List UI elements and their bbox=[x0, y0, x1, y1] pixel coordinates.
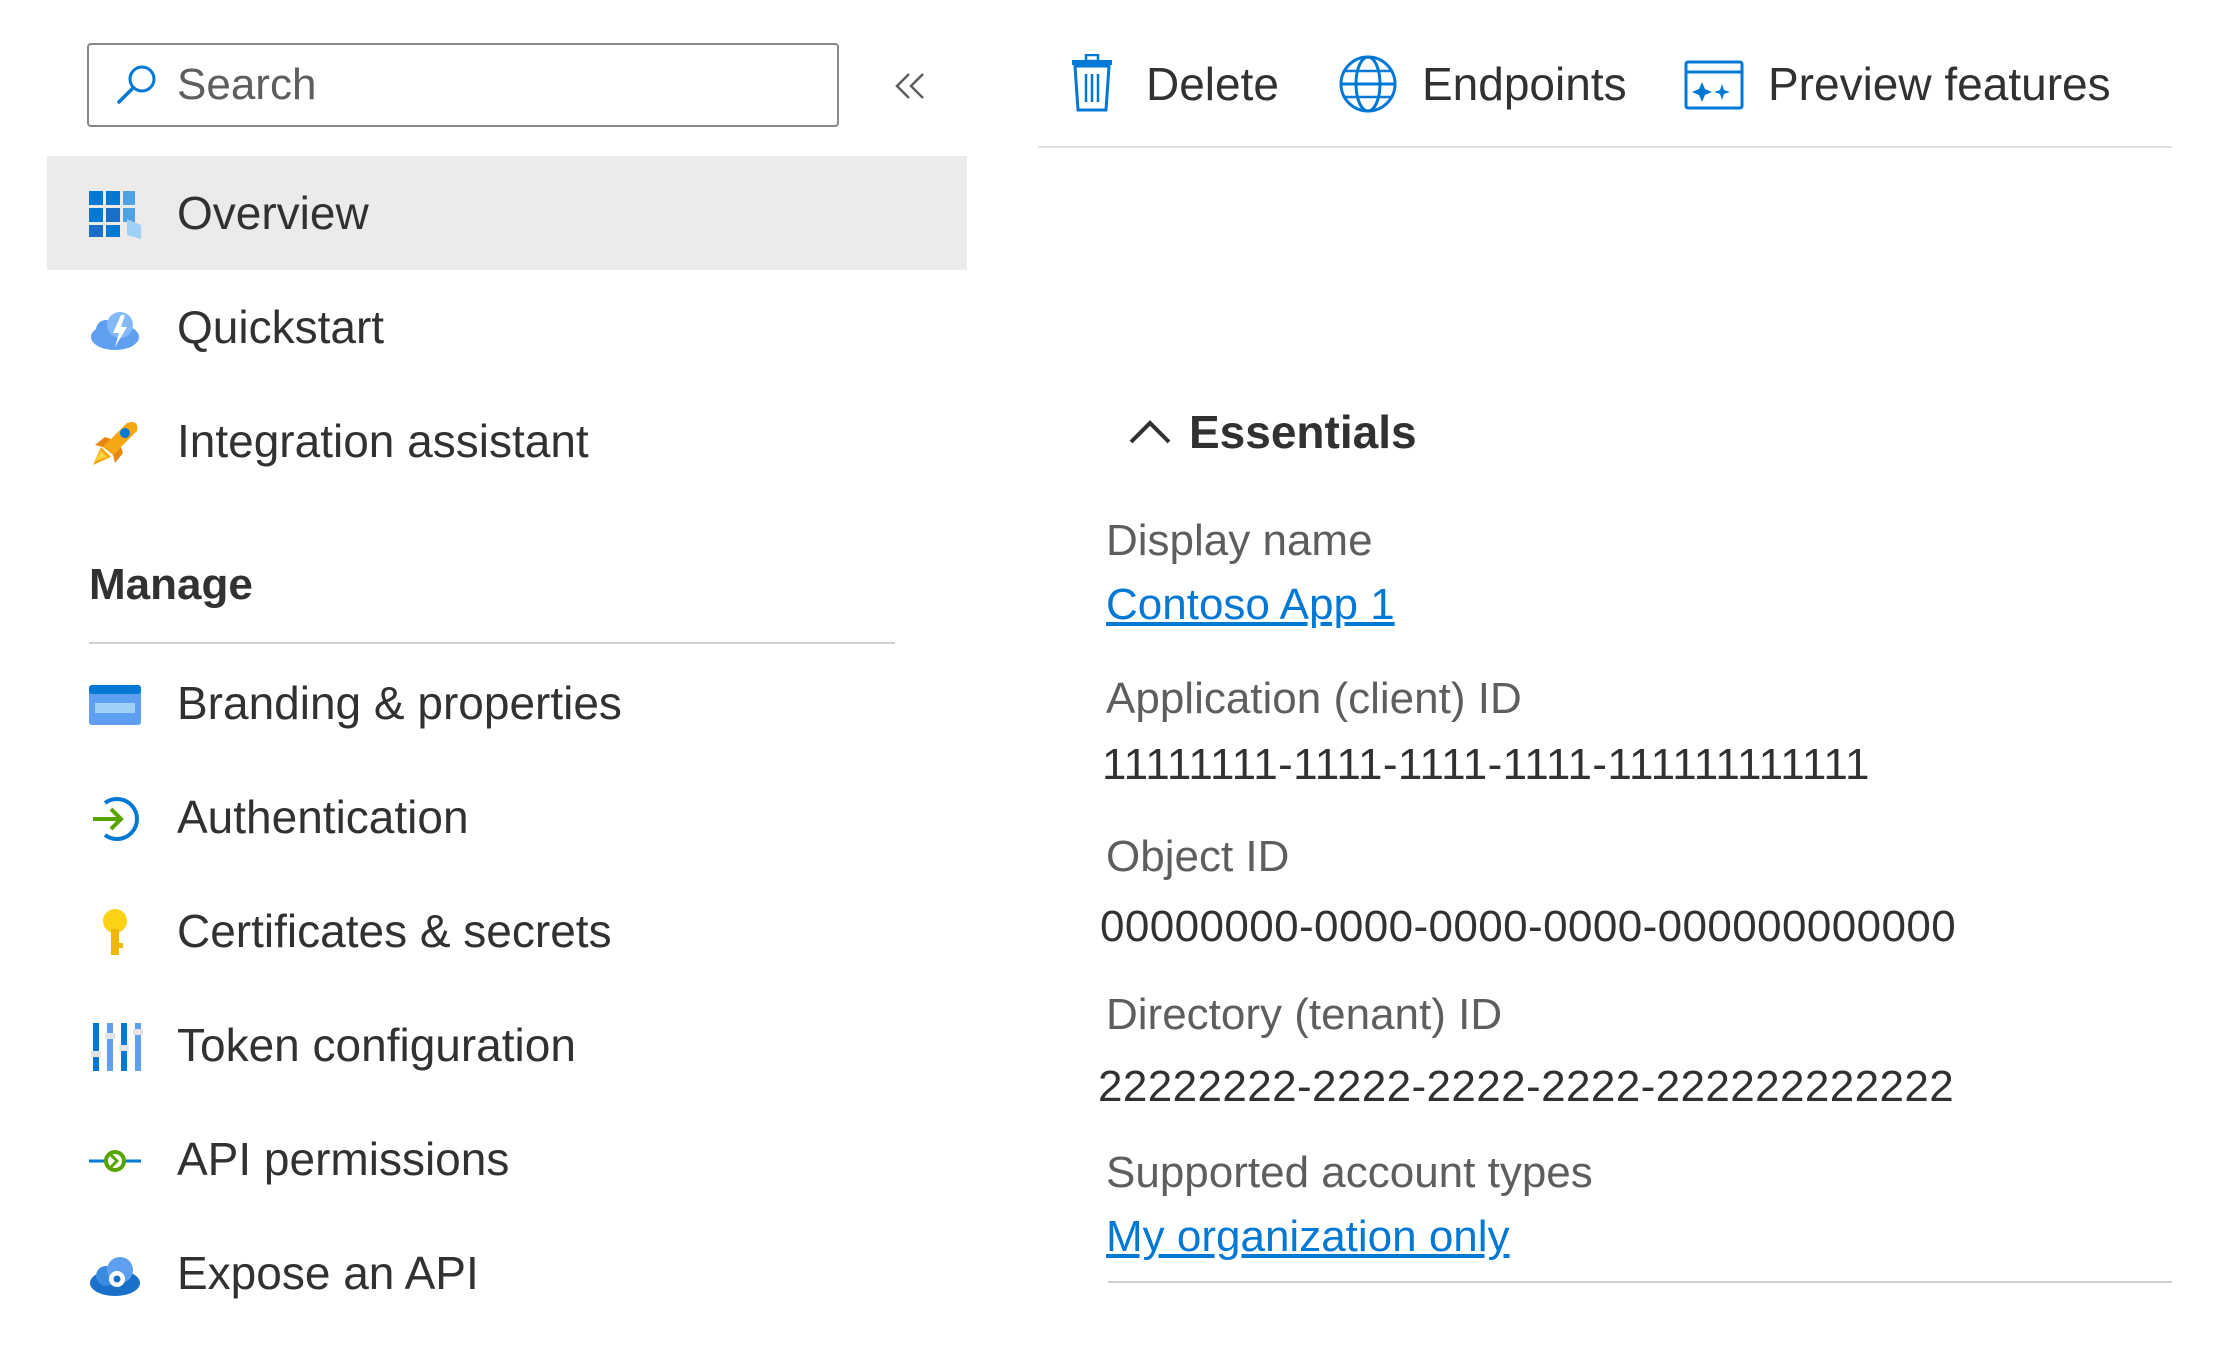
key-icon bbox=[103, 909, 127, 955]
collapse-sidebar-icon[interactable] bbox=[885, 60, 937, 112]
client-id-label: Application (client) ID bbox=[1106, 674, 1522, 723]
preview-features-icon bbox=[1684, 60, 1744, 110]
sidebar-item-quickstart[interactable]: Quickstart bbox=[47, 270, 967, 384]
sidebar-item-expose-api[interactable]: Expose an API bbox=[47, 1216, 967, 1330]
sidebar-item-api-permissions[interactable]: API permissions bbox=[47, 1102, 967, 1216]
sidebar-item-branding[interactable]: Branding & properties bbox=[47, 646, 967, 760]
account-types-link[interactable]: My organization only bbox=[1106, 1212, 1510, 1262]
sidebar-item-label: Certificates & secrets bbox=[177, 905, 612, 957]
api-permissions-icon bbox=[89, 1150, 141, 1172]
sidebar-item-label: Branding & properties bbox=[177, 677, 622, 729]
client-id-value: 11111111-1111-1111-1111-111111111111 bbox=[1102, 740, 1870, 789]
sidebar-item-token-configuration[interactable]: Token configuration bbox=[47, 988, 967, 1102]
endpoints-label: Endpoints bbox=[1422, 58, 1627, 110]
rocket-icon bbox=[93, 422, 138, 465]
account-types-label: Supported account types bbox=[1106, 1148, 1593, 1197]
token-configuration-icon bbox=[91, 1023, 143, 1071]
delete-label: Delete bbox=[1146, 58, 1279, 110]
authentication-icon bbox=[93, 797, 139, 841]
object-id-value: 00000000-0000-0000-0000-000000000000 bbox=[1100, 902, 1957, 951]
quickstart-cloud-icon bbox=[91, 312, 139, 350]
endpoints-button[interactable]: Endpoints bbox=[1338, 44, 1627, 124]
toolbar-divider bbox=[1038, 146, 2172, 148]
sidebar-item-certificates[interactable]: Certificates & secrets bbox=[47, 874, 967, 988]
sidebar-item-label: Authentication bbox=[177, 791, 469, 843]
tenant-id-value: 22222222-2222-2222-2222-222222222222 bbox=[1098, 1062, 1955, 1111]
tenant-id-label: Directory (tenant) ID bbox=[1106, 990, 1503, 1039]
delete-button[interactable]: Delete bbox=[1062, 44, 1279, 124]
sidebar-item-integration-assistant[interactable]: Integration assistant bbox=[47, 384, 967, 498]
chevron-up-icon bbox=[1129, 420, 1171, 444]
sidebar-item-label: Integration assistant bbox=[177, 415, 589, 467]
preview-features-label: Preview features bbox=[1768, 58, 2111, 110]
essentials-toggle[interactable]: Essentials bbox=[1125, 400, 1417, 464]
sidebar-item-label: Overview bbox=[177, 187, 369, 239]
essentials-title: Essentials bbox=[1189, 406, 1417, 458]
expose-api-cloud-icon bbox=[90, 1257, 140, 1296]
trash-icon bbox=[1072, 54, 1112, 112]
section-divider bbox=[89, 642, 895, 644]
display-name-link[interactable]: Contoso App 1 bbox=[1106, 580, 1395, 630]
search-input[interactable] bbox=[175, 59, 799, 111]
sidebar-item-label: Token configuration bbox=[177, 1019, 576, 1071]
sidebar-item-label: Quickstart bbox=[177, 301, 385, 353]
sidebar-item-label: Expose an API bbox=[177, 1247, 479, 1299]
display-name-label: Display name bbox=[1106, 516, 1373, 565]
sidebar-item-overview[interactable]: Overview bbox=[47, 156, 967, 270]
preview-features-button[interactable]: Preview features bbox=[1684, 44, 2111, 124]
essentials-divider bbox=[1108, 1281, 2172, 1283]
section-header-manage: Manage bbox=[89, 560, 253, 609]
globe-icon bbox=[1339, 55, 1397, 113]
object-id-label: Object ID bbox=[1106, 832, 1290, 881]
search-box[interactable] bbox=[87, 43, 839, 127]
sidebar-item-authentication[interactable]: Authentication bbox=[47, 760, 967, 874]
overview-icon bbox=[89, 191, 141, 239]
branding-icon bbox=[89, 685, 141, 725]
search-icon bbox=[117, 65, 156, 104]
sidebar-item-label: API permissions bbox=[177, 1133, 510, 1185]
